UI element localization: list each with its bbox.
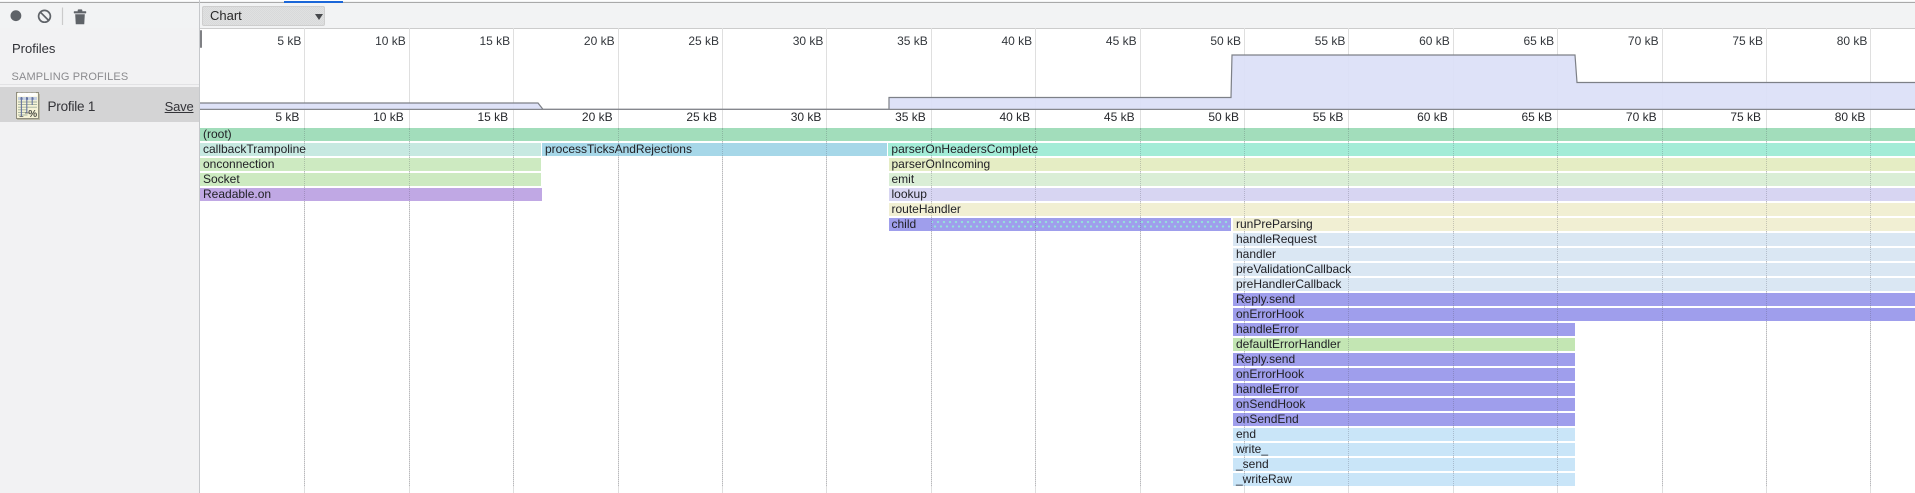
svg-text:%: %	[28, 109, 37, 120]
